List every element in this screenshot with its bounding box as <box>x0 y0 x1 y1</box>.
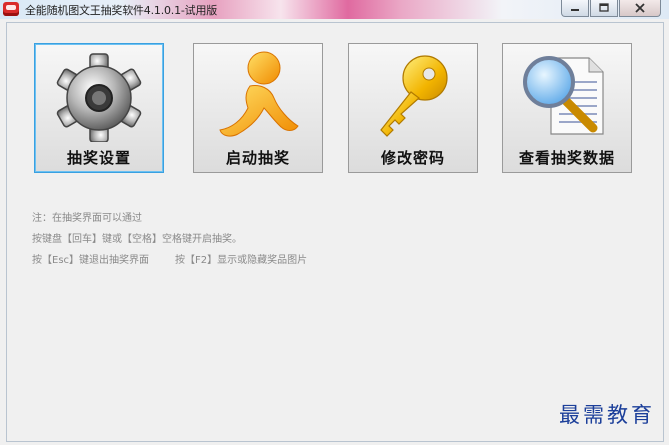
tile-label: 抽奖设置 <box>66 149 131 167</box>
window-title: 全能随机图文王抽奖软件4.1.0.1-试用版 <box>25 4 218 17</box>
close-icon <box>635 3 645 13</box>
minimize-button[interactable] <box>561 0 589 17</box>
note-line: 按【Esc】键退出抽奖界面 按【F2】显示或隐藏奖品图片 <box>32 251 307 272</box>
note-line: 按键盘【回车】键或【空格】空格键开启抽奖。 <box>32 234 242 245</box>
app-window: 全能随机图文王抽奖软件4.1.0.1-试用版 抽奖设置 启动抽奖 修改密码 查看… <box>0 0 669 445</box>
main-panel: 抽奖设置 启动抽奖 修改密码 查看抽奖数据 注：在抽奖界面可以通过 按键盘【回车… <box>6 22 664 442</box>
note-esc: 按【Esc】键退出抽奖界面 <box>32 255 150 266</box>
maximize-icon <box>599 3 609 12</box>
tile-label: 启动抽奖 <box>225 149 290 167</box>
tile-label: 查看抽奖数据 <box>518 149 615 167</box>
magnifier-document-icon <box>523 56 604 135</box>
close-button[interactable] <box>619 0 661 17</box>
note-line: 注：在抽奖界面可以通过 <box>32 213 142 224</box>
key-icon <box>380 55 448 137</box>
note-f2: 按【F2】显示或隐藏奖品图片 <box>175 255 308 266</box>
view-lottery-data-button[interactable]: 查看抽奖数据 <box>502 43 632 173</box>
lottery-settings-button[interactable]: 抽奖设置 <box>34 43 164 173</box>
maximize-button[interactable] <box>590 0 618 17</box>
window-controls <box>560 0 661 18</box>
usage-notes: 注：在抽奖界面可以通过 按键盘【回车】键或【空格】空格键开启抽奖。 按【Esc】… <box>32 209 307 272</box>
running-man-icon <box>219 51 299 137</box>
start-lottery-button[interactable]: 启动抽奖 <box>193 43 323 173</box>
watermark-text: 最需教育 <box>559 403 655 427</box>
gear-icon <box>56 53 142 142</box>
minimize-icon <box>571 9 579 11</box>
app-icon[interactable] <box>3 2 19 16</box>
title-bar[interactable]: 全能随机图文王抽奖软件4.1.0.1-试用版 <box>0 0 669 19</box>
tile-label: 修改密码 <box>380 149 445 167</box>
change-password-button[interactable]: 修改密码 <box>348 43 478 173</box>
